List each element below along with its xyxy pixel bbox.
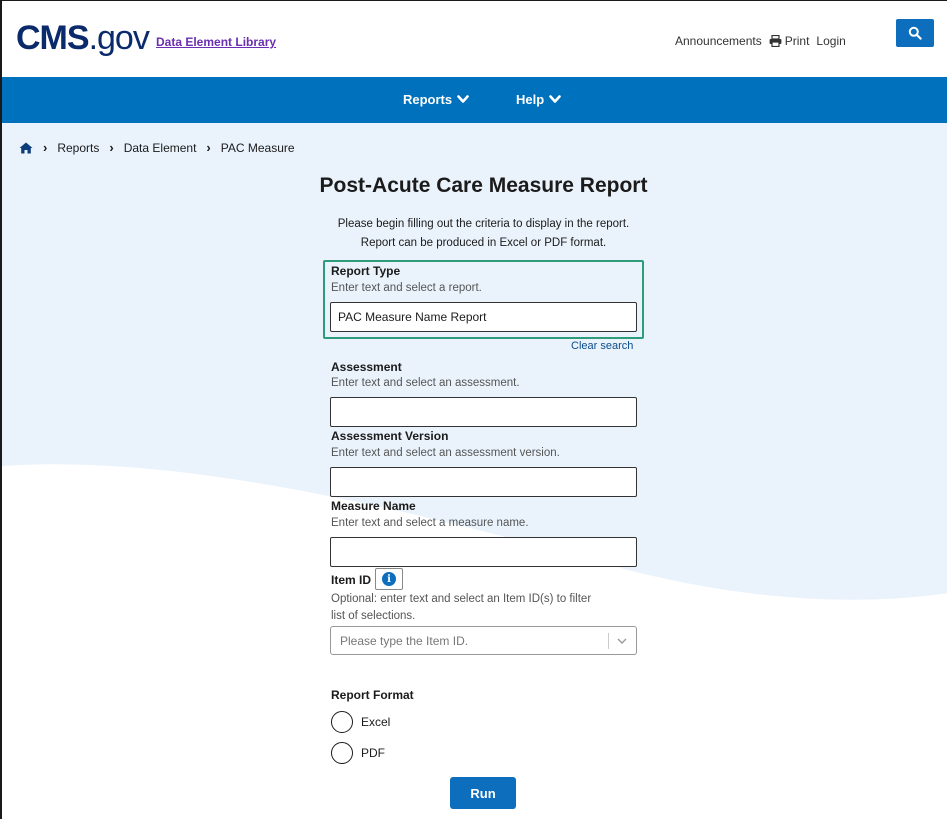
run-button[interactable]: Run (450, 777, 516, 809)
item-id-hint-line-1: Optional: enter text and select an Item … (331, 593, 592, 605)
clear-search-link[interactable]: Clear search (571, 340, 633, 352)
report-type-hint: Enter text and select a report. (331, 282, 482, 294)
intro-line-1: Please begin filling out the criteria to… (337, 218, 630, 230)
utility-links: Announcements Print Login (675, 34, 846, 48)
breadcrumb-separator: › (43, 140, 48, 155)
printer-icon (769, 35, 782, 47)
main-nav: Reports Help (2, 77, 947, 123)
report-type-label: Report Type (331, 264, 401, 278)
measure-name-input[interactable] (330, 537, 637, 567)
intro-line-2: Report can be produced in Excel or PDF f… (360, 237, 607, 249)
item-id-placeholder: Please type the Item ID. (340, 633, 469, 648)
page-title: Post-Acute Care Measure Report (319, 174, 648, 197)
assessment-version-label: Assessment Version (331, 429, 449, 443)
nav-help-label: Help (516, 92, 545, 107)
chevron-down-icon (549, 95, 561, 103)
breadcrumb-pac-measure: PAC Measure (220, 140, 295, 155)
pdf-radio[interactable] (331, 742, 353, 764)
home-icon[interactable] (19, 142, 33, 154)
search-button[interactable] (896, 19, 934, 47)
assessment-input[interactable] (330, 397, 637, 427)
cms-logo[interactable]: CMS.gov (16, 19, 150, 58)
nav-reports[interactable]: Reports (403, 92, 469, 107)
print-link[interactable]: Print (769, 34, 810, 48)
assessment-label: Assessment (331, 360, 402, 374)
print-label: Print (784, 34, 810, 48)
format-option-pdf[interactable]: PDF (331, 742, 385, 764)
assessment-version-hint: Enter text and select an assessment vers… (331, 447, 560, 459)
page-frame: CMS.gov Data Element Library Announcemen… (0, 0, 947, 819)
site-header: CMS.gov Data Element Library Announcemen… (2, 1, 947, 77)
format-option-excel[interactable]: Excel (331, 711, 390, 733)
item-id-select[interactable]: Please type the Item ID. (330, 626, 637, 655)
assessment-hint: Enter text and select an assessment. (331, 377, 520, 389)
breadcrumb-separator: › (109, 140, 114, 155)
measure-name-label: Measure Name (331, 499, 416, 513)
assessment-version-input[interactable] (330, 467, 637, 497)
excel-radio-label: Excel (361, 715, 391, 729)
breadcrumb: › Reports › Data Element › PAC Measure (19, 140, 295, 155)
breadcrumb-reports[interactable]: Reports (57, 141, 99, 155)
pdf-radio-label: PDF (361, 746, 385, 760)
page-intro: Please begin filling out the criteria to… (2, 215, 947, 253)
report-type-input[interactable]: PAC Measure Name Report (330, 302, 637, 332)
breadcrumb-separator: › (206, 140, 211, 155)
select-divider (608, 633, 609, 649)
nav-reports-label: Reports (403, 92, 453, 107)
excel-radio[interactable] (331, 711, 353, 733)
chevron-down-icon (457, 95, 469, 103)
report-format-label: Report Format (331, 688, 414, 702)
data-element-library-link[interactable]: Data Element Library (156, 35, 276, 49)
item-id-info-button[interactable]: i (375, 568, 403, 590)
item-id-label: Item ID (331, 573, 372, 587)
search-icon (908, 26, 922, 40)
chevron-down-icon[interactable] (616, 636, 628, 646)
info-icon: i (382, 572, 396, 586)
login-link[interactable]: Login (816, 34, 845, 48)
announcements-link[interactable]: Announcements (675, 34, 762, 48)
item-id-hint-line-2: list of selections. (331, 610, 416, 622)
measure-name-hint: Enter text and select a measure name. (331, 517, 529, 529)
nav-help[interactable]: Help (516, 92, 561, 107)
breadcrumb-data-element[interactable]: Data Element (124, 141, 197, 155)
